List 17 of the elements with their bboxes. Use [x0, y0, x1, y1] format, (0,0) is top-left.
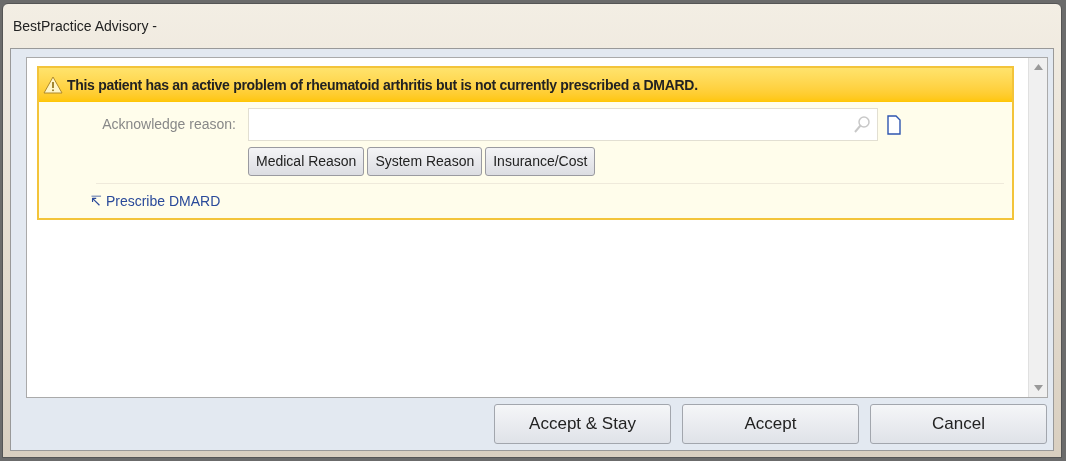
warning-icon: [43, 76, 63, 94]
document-icon[interactable]: [887, 114, 901, 135]
prescribe-link[interactable]: ↸ Prescribe DMARD: [90, 190, 221, 212]
dialog-button[interactable]: Accept & Stay: [494, 404, 671, 444]
dialog-button[interactable]: Accept: [682, 404, 859, 444]
scroll-up-icon[interactable]: [1033, 64, 1043, 70]
reason-field[interactable]: [248, 108, 878, 141]
dialog-button[interactable]: Cancel: [870, 404, 1047, 444]
window-title: BestPractice Advisory -: [13, 16, 157, 36]
reason-button[interactable]: System Reason: [367, 147, 483, 176]
scroll-down-icon[interactable]: [1033, 385, 1043, 391]
reason-button[interactable]: Insurance/Cost: [485, 147, 596, 176]
advisory-message: This patient has an active problem of rheumatoid arthritis but is not currently prescribed a DMARD.: [67, 75, 698, 95]
scrollbar[interactable]: [1028, 58, 1047, 397]
reason-button[interactable]: Medical Reason: [248, 147, 365, 176]
search-icon: [853, 114, 871, 135]
reason-label: Acknowledge reason:: [101, 115, 237, 134]
